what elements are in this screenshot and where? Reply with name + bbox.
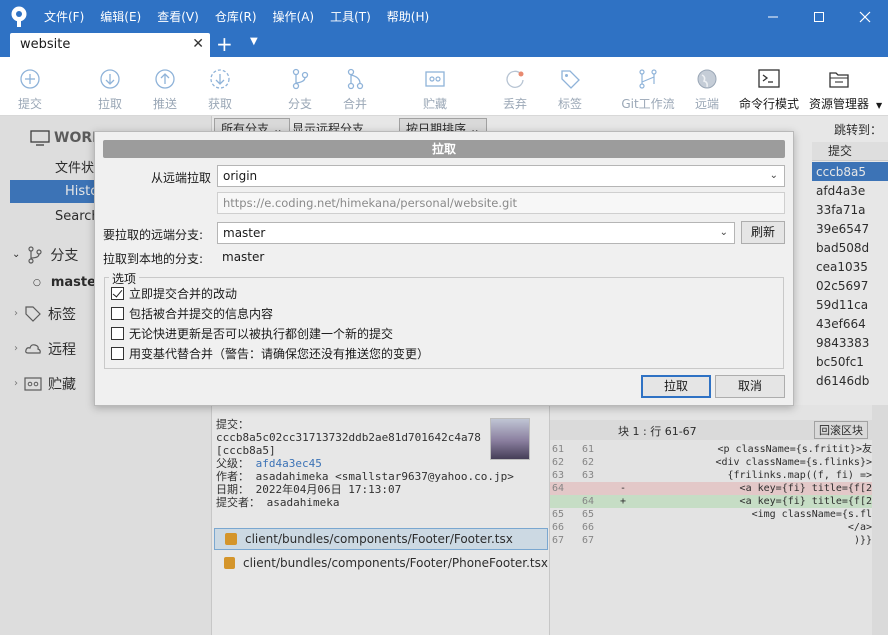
- option-no-fast-forward[interactable]: 无论快进更新是否可以被执行都创建一个新的提交: [111, 325, 393, 341]
- menu-bar: 文件(F) 编辑(E) 查看(V) 仓库(R) 操作(A) 工具(T) 帮助(H…: [44, 0, 445, 33]
- remote-select[interactable]: origin ⌄: [217, 165, 785, 187]
- tab-label: website: [20, 37, 71, 52]
- push-label: 推送: [152, 97, 177, 111]
- stash-icon: [425, 71, 445, 87]
- option-include-messages[interactable]: 包括被合并提交的信息内容: [111, 305, 273, 321]
- remote-icon: [697, 69, 717, 89]
- minimize-button[interactable]: [750, 0, 796, 33]
- option-rebase[interactable]: 用变基代替合并（警告：请确保您还没有推送您的变更）: [111, 345, 429, 361]
- option-label: 立即提交合并的改动: [129, 286, 238, 301]
- new-tab-button[interactable]: +: [216, 33, 233, 55]
- toolbar: 提交 拉取 推送 获取 分支 合并 贮藏 丢弃 标签 Git工作流 远端 命令行…: [0, 57, 888, 116]
- local-branch-label: 拉取到本地的分支:: [103, 252, 204, 266]
- checkbox[interactable]: [111, 326, 124, 340]
- sourcetree-logo-icon: [11, 6, 27, 27]
- checkbox[interactable]: [111, 306, 124, 320]
- option-commit-merged[interactable]: 立即提交合并的改动: [111, 285, 237, 301]
- checkbox-checked[interactable]: [111, 286, 124, 300]
- remote-select-value: origin: [223, 169, 258, 183]
- tab-close-icon[interactable]: ✕: [192, 36, 204, 52]
- option-label: 用变基代替合并（警告：请确保您还没有推送您的变更）: [129, 346, 430, 361]
- menu-tools[interactable]: 工具(T): [330, 8, 371, 25]
- pull-button[interactable]: 拉取: [80, 65, 140, 112]
- remote-label: 远端: [694, 97, 719, 111]
- terminal-label: 命令行模式: [738, 97, 799, 111]
- pull-label: 拉取: [97, 97, 122, 111]
- remote-label: 从远端拉取: [151, 171, 212, 185]
- chevron-down-icon: ⌄: [719, 227, 728, 238]
- remote-branch-label: 要拉取的远端分支:: [103, 228, 204, 242]
- merge-button[interactable]: 合并: [325, 65, 385, 112]
- chevron-down-icon: ⌄: [769, 170, 778, 181]
- menu-actions[interactable]: 操作(A): [273, 8, 315, 25]
- explorer-label: 资源管理器: [808, 97, 869, 111]
- menu-edit[interactable]: 编辑(E): [100, 8, 141, 25]
- local-branch-value: master: [222, 250, 265, 264]
- fetch-button[interactable]: 获取: [190, 65, 250, 112]
- git-flow-label: Git工作流: [621, 97, 675, 111]
- explorer-icon: [829, 72, 849, 88]
- option-label: 包括被合并提交的信息内容: [129, 306, 274, 321]
- remote-button[interactable]: 远端: [677, 65, 737, 112]
- pull-confirm-button[interactable]: 拉取: [641, 375, 711, 398]
- tag-icon: [561, 70, 580, 89]
- toolbar-overflow-icon[interactable]: ▼: [876, 101, 882, 110]
- title-bar: 文件(F) 编辑(E) 查看(V) 仓库(R) 操作(A) 工具(T) 帮助(H…: [0, 0, 888, 33]
- remote-branch-value: master: [223, 226, 266, 240]
- refresh-button[interactable]: 刷新: [741, 221, 785, 244]
- terminal-icon: [758, 69, 780, 88]
- tab-website[interactable]: website ✕: [10, 33, 210, 57]
- commit-button[interactable]: 提交: [0, 65, 60, 112]
- maximize-button[interactable]: [796, 0, 842, 33]
- discard-button[interactable]: 丢弃: [485, 65, 545, 112]
- fetch-icon: [210, 69, 230, 89]
- fetch-label: 获取: [207, 97, 232, 111]
- discard-icon: [506, 70, 524, 88]
- tab-list-chevron-icon[interactable]: ▼: [250, 36, 258, 47]
- menu-file[interactable]: 文件(F): [44, 8, 84, 25]
- dialog-title: 拉取: [103, 140, 785, 158]
- tag-button[interactable]: 标签: [540, 65, 600, 112]
- discard-label: 丢弃: [502, 97, 527, 111]
- remote-url-field: https://e.coding.net/himekana/personal/w…: [217, 192, 785, 214]
- tag-label: 标签: [557, 97, 582, 111]
- branch-label: 分支: [287, 97, 312, 111]
- remote-branch-select[interactable]: master ⌄: [217, 222, 735, 244]
- menu-help[interactable]: 帮助(H): [387, 8, 429, 25]
- git-flow-button[interactable]: Git工作流: [618, 65, 678, 112]
- minimize-icon: [768, 16, 778, 17]
- checkbox[interactable]: [111, 346, 124, 360]
- stash-label: 贮藏: [422, 97, 447, 111]
- pull-dialog: 拉取 从远端拉取 origin ⌄ https://e.coding.net/h…: [94, 131, 794, 406]
- menu-repository[interactable]: 仓库(R): [215, 8, 257, 25]
- maximize-icon: [814, 11, 824, 22]
- cancel-button[interactable]: 取消: [715, 375, 785, 398]
- push-icon: [155, 69, 175, 89]
- merge-icon: [347, 68, 364, 90]
- pull-icon: [100, 69, 120, 89]
- merge-label: 合并: [342, 97, 367, 111]
- commit-icon: [20, 69, 40, 89]
- git-flow-icon: [639, 69, 657, 89]
- option-label: 无论快进更新是否可以被执行都创建一个新的提交: [129, 326, 394, 341]
- branch-icon: [292, 68, 309, 90]
- close-window-button[interactable]: [842, 0, 888, 33]
- branch-button[interactable]: 分支: [270, 65, 330, 112]
- menu-view[interactable]: 查看(V): [157, 8, 199, 25]
- stash-button[interactable]: 贮藏: [405, 65, 465, 112]
- tab-bar: website ✕ + ▼: [0, 33, 888, 57]
- explorer-button[interactable]: 资源管理器: [804, 65, 874, 112]
- push-button[interactable]: 推送: [135, 65, 195, 112]
- terminal-button[interactable]: 命令行模式: [734, 65, 804, 112]
- commit-label: 提交: [17, 97, 42, 111]
- close-icon: [859, 11, 871, 22]
